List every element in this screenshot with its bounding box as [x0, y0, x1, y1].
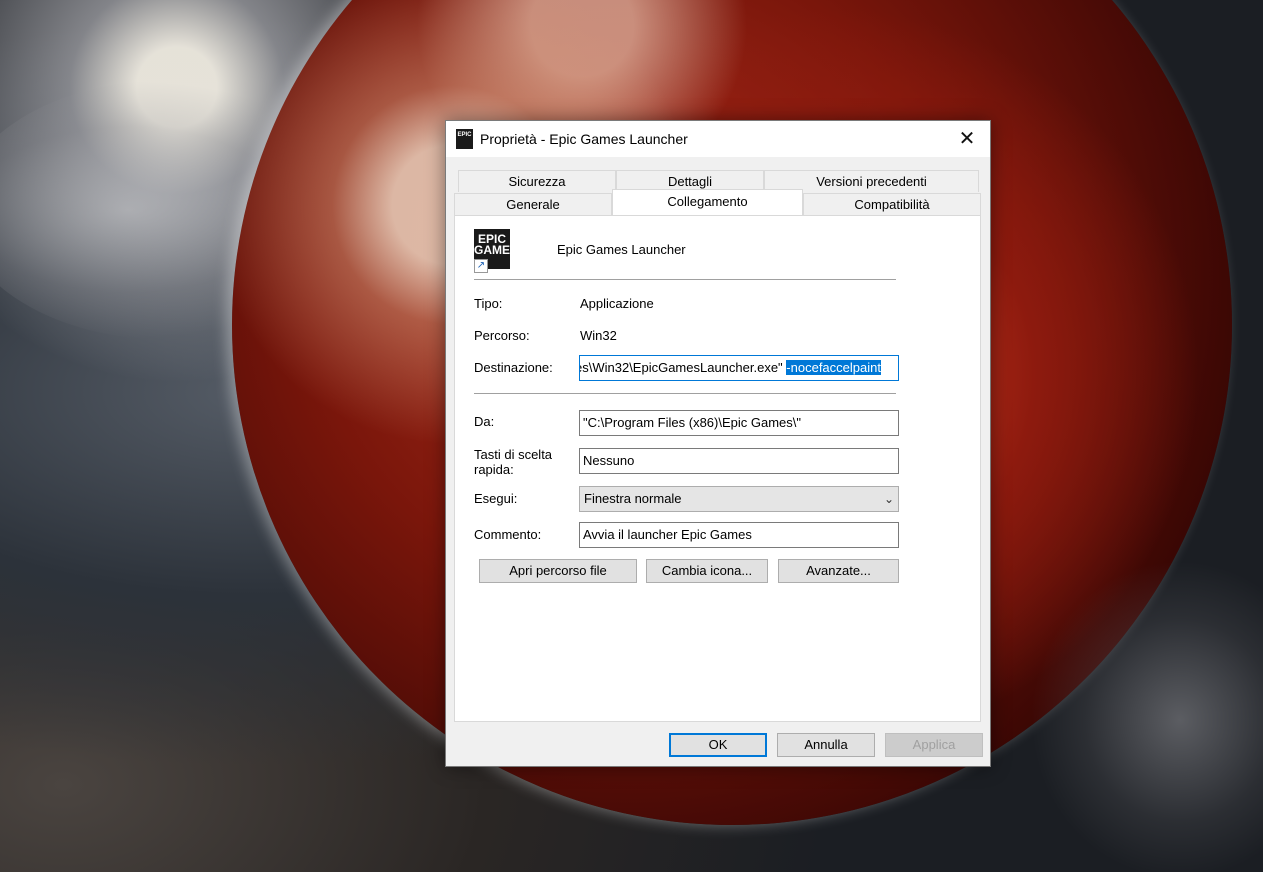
tipo-value: Applicazione	[580, 296, 654, 311]
epic-games-title-icon: EPIC	[456, 129, 473, 149]
tipo-label: Tipo:	[474, 296, 503, 311]
esegui-value: Finestra normale	[584, 491, 682, 506]
applica-button[interactable]: Applica	[885, 733, 983, 757]
tab-collegamento[interactable]: Collegamento	[612, 189, 803, 215]
properties-dialog: EPIC Proprietà - Epic Games Launcher ✕ S…	[445, 120, 991, 767]
esegui-label: Esegui:	[474, 491, 518, 506]
epic-games-icon: EPIC GAMES ↗	[474, 229, 518, 273]
chevron-down-icon: ⌄	[883, 492, 894, 506]
tab-sicurezza[interactable]: Sicurezza	[458, 170, 616, 192]
esegui-select[interactable]: Finestra normale ⌄	[579, 486, 899, 512]
app-name: Epic Games Launcher	[557, 242, 686, 257]
da-label: Da:	[474, 414, 495, 429]
apri-percorso-button[interactable]: Apri percorso file	[479, 559, 637, 583]
commento-input[interactable]: Avvia il launcher Epic Games	[579, 522, 899, 548]
commento-label: Commento:	[474, 527, 542, 542]
cambia-icona-button[interactable]: Cambia icona...	[646, 559, 768, 583]
tasti-label: Tasti di scelta rapida:	[474, 447, 553, 477]
separator	[474, 279, 896, 280]
tab-compatibilita[interactable]: Compatibilità	[803, 193, 981, 215]
tasti-input[interactable]: Nessuno	[579, 448, 899, 474]
dialog-title: Proprietà - Epic Games Launcher	[480, 131, 688, 147]
ok-button[interactable]: OK	[669, 733, 767, 757]
destinazione-text: es\Win32\EpicGamesLauncher.exe"	[579, 360, 787, 375]
da-input[interactable]: "C:\Program Files (x86)\Epic Games\"	[579, 410, 899, 436]
tab-generale[interactable]: Generale	[454, 193, 612, 215]
destinazione-selection: -nocefaccelpaint	[786, 360, 881, 375]
annulla-button[interactable]: Annulla	[777, 733, 875, 757]
destinazione-label: Destinazione:	[474, 360, 553, 375]
destinazione-input[interactable]: es\Win32\EpicGamesLauncher.exe" -nocefac…	[579, 355, 899, 381]
shortcut-arrow-icon: ↗	[474, 259, 488, 273]
separator	[474, 393, 896, 394]
title-bar[interactable]: EPIC Proprietà - Epic Games Launcher ✕	[446, 121, 990, 157]
close-button[interactable]: ✕	[944, 121, 990, 157]
percorso-label: Percorso:	[474, 328, 530, 343]
avanzate-button[interactable]: Avanzate...	[778, 559, 899, 583]
percorso-value: Win32	[580, 328, 617, 343]
